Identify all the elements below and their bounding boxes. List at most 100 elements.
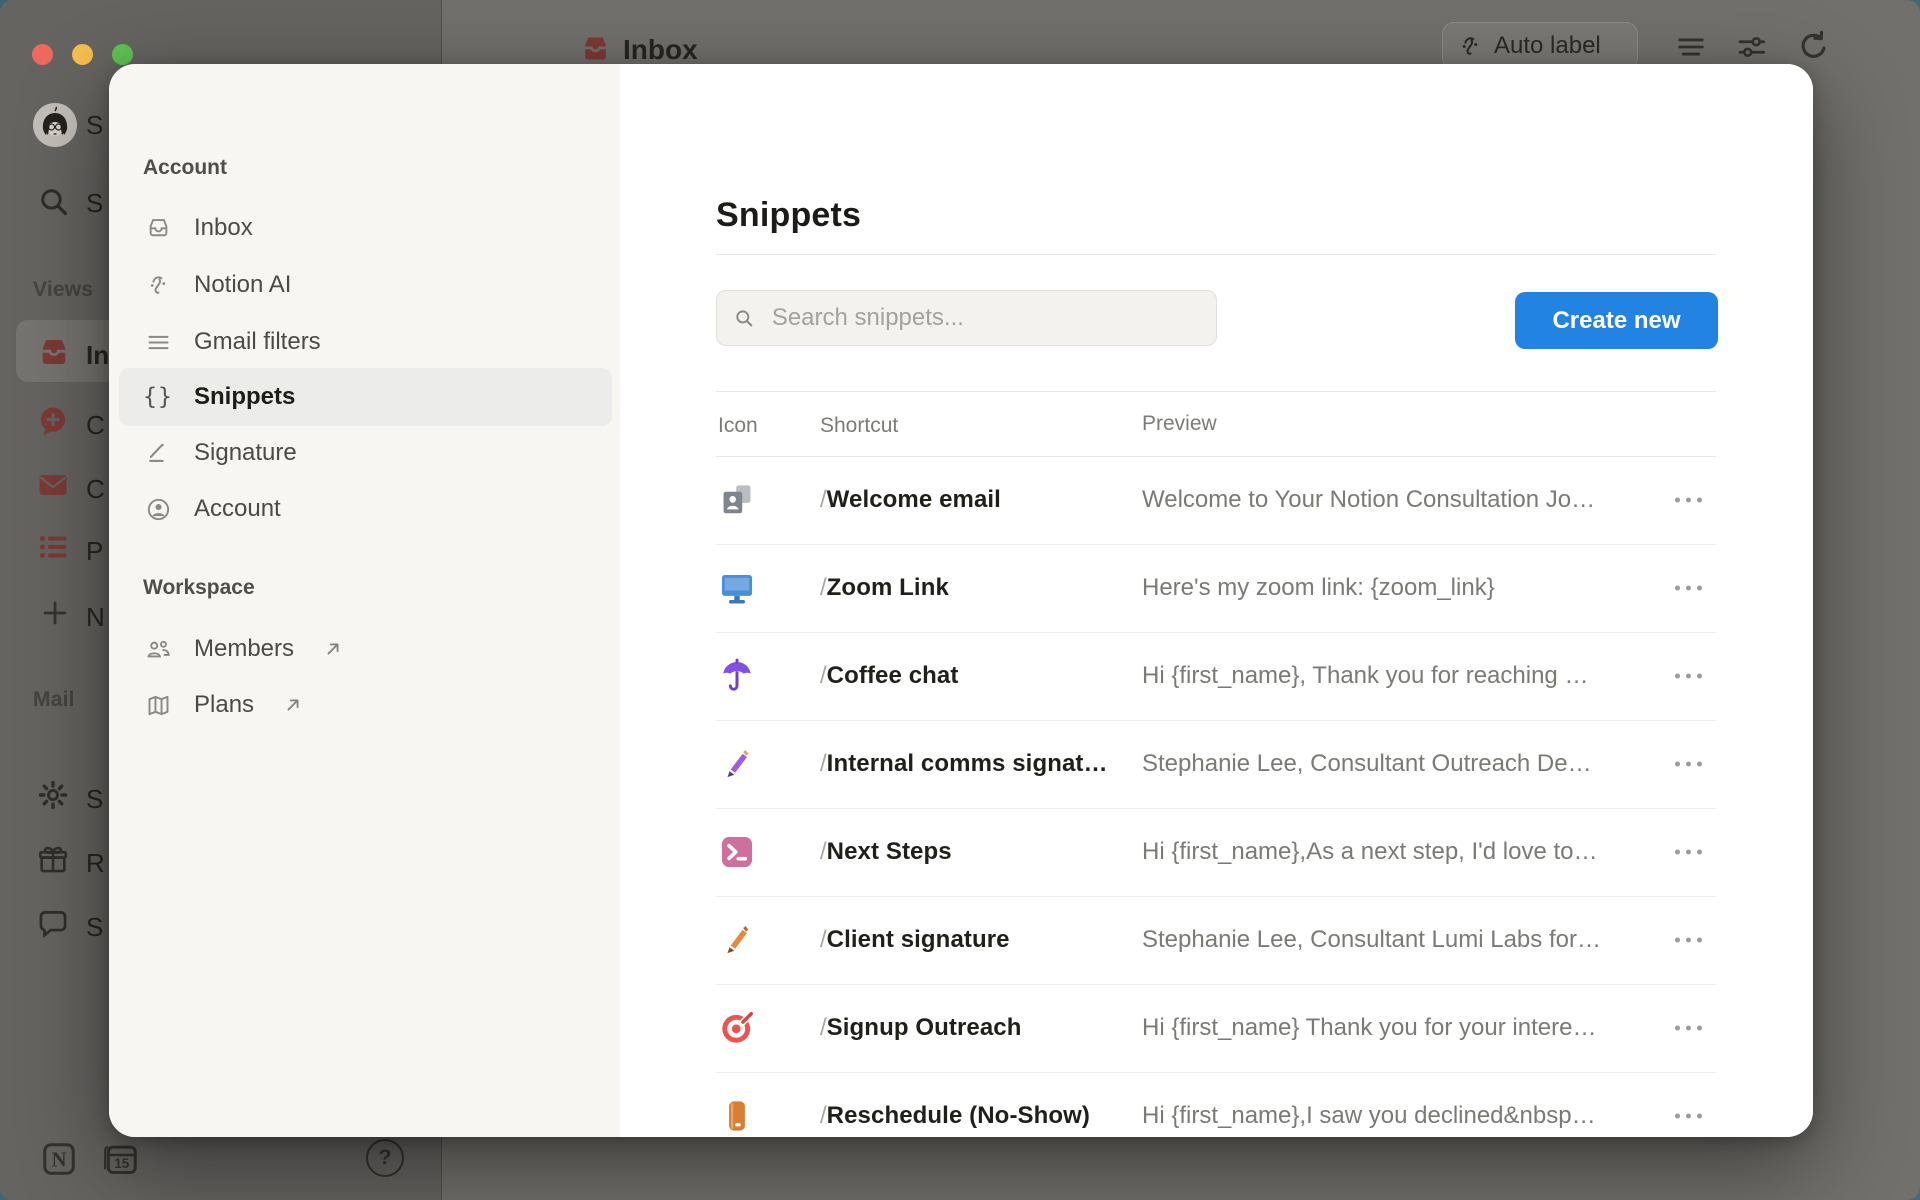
auto-label-text: Auto label <box>1494 32 1601 60</box>
plus-icon[interactable] <box>40 598 76 634</box>
search-icon[interactable] <box>36 184 72 220</box>
snippet-name: Reschedule (No-Show) <box>827 1102 1090 1129</box>
inbox-tray-icon <box>579 32 612 65</box>
map-icon <box>144 691 172 719</box>
filter-lines-icon[interactable] <box>1674 30 1708 64</box>
snippet-name: Zoom Link <box>827 574 949 601</box>
view-label-partial[interactable]: C <box>86 410 105 441</box>
search-input[interactable] <box>770 303 1200 333</box>
gear-icon[interactable] <box>36 778 72 814</box>
row-menu-button[interactable] <box>1667 578 1710 599</box>
ai-face-icon <box>1457 33 1484 60</box>
ai-face-icon <box>144 271 172 299</box>
row-menu-button[interactable] <box>1667 666 1710 687</box>
zoom-window-button[interactable] <box>112 44 133 65</box>
account-section-header: Account <box>143 156 227 180</box>
snippet-name: Next Steps <box>827 838 952 865</box>
sidebar-item-members[interactable]: Members <box>119 620 612 678</box>
calendar-icon[interactable]: 15 <box>102 1140 140 1178</box>
snippet-preview: Stephanie Lee, Consultant Outreach De… <box>1142 750 1592 778</box>
signature-icon <box>144 439 172 467</box>
snippet-name: Coffee chat <box>827 662 959 689</box>
new-view-partial[interactable]: N <box>86 602 105 633</box>
minimize-window-button[interactable] <box>72 44 93 65</box>
help-button[interactable]: ? <box>366 1139 404 1177</box>
sidebar-item-notion-ai[interactable]: Notion AI <box>119 256 612 314</box>
purple-pen-icon <box>718 745 756 783</box>
table-row[interactable]: /Client signature Stephanie Lee, Consult… <box>716 896 1716 984</box>
view-inbox-partial[interactable]: In <box>86 340 109 371</box>
calendar-day: 15 <box>114 1156 129 1171</box>
help-glyph: ? <box>379 1146 392 1170</box>
sidebar-item-snippets[interactable]: {} Snippets <box>119 368 612 426</box>
sidebar-item-gmail-filters[interactable]: Gmail filters <box>119 313 612 371</box>
row-menu-button[interactable] <box>1667 1018 1710 1039</box>
app-window: S S Views In C C P N Mail S R S N 15 ? <box>0 0 1920 1200</box>
snippet-preview: Stephanie Lee, Consultant Lumi Labs for… <box>1142 926 1601 954</box>
panel-title: Snippets <box>716 196 861 235</box>
gift-icon[interactable] <box>36 842 72 878</box>
table-row[interactable]: /Next Steps Hi {first_name},As a next st… <box>716 808 1716 896</box>
user-avatar[interactable] <box>33 103 77 147</box>
create-new-button[interactable]: Create new <box>1515 292 1718 349</box>
table-row[interactable]: /Welcome email Welcome to Your Notion Co… <box>716 456 1716 544</box>
envelope-icon[interactable] <box>36 468 72 504</box>
snippet-preview: Here's my zoom link: {zoom_link} <box>1142 574 1495 602</box>
row-menu-button[interactable] <box>1667 490 1710 511</box>
support-partial[interactable]: S <box>86 912 103 943</box>
chat-bubble-icon[interactable] <box>36 906 72 942</box>
notion-logo-icon[interactable]: N <box>40 1140 78 1178</box>
divider <box>716 254 1716 255</box>
inbox-tray-icon <box>144 214 172 242</box>
row-menu-button[interactable] <box>1667 930 1710 951</box>
desktop-monitor-icon <box>718 569 756 607</box>
view-label-partial[interactable]: P <box>86 536 103 567</box>
sidebar-item-signature[interactable]: Signature <box>119 424 612 482</box>
sidebar-item-plans[interactable]: Plans <box>119 676 612 734</box>
external-link-icon <box>322 638 344 660</box>
sidebar-item-label: Members <box>194 635 294 663</box>
auto-label-button[interactable]: Auto label <box>1442 22 1638 70</box>
profile-name-partial[interactable]: S <box>86 110 103 141</box>
sidebar-item-label: Inbox <box>194 214 253 242</box>
refresh-icon[interactable] <box>1796 28 1830 62</box>
list-icon[interactable] <box>36 530 72 566</box>
sliders-icon[interactable] <box>1735 30 1769 64</box>
target-icon <box>718 1009 756 1047</box>
snippet-name: Internal comms signat… <box>827 750 1108 777</box>
divider <box>716 391 1716 392</box>
row-menu-button[interactable] <box>1667 842 1710 863</box>
table-row[interactable]: /Reschedule (No-Show) Hi {first_name},I … <box>716 1072 1716 1137</box>
terminal-prompt-icon <box>718 833 756 871</box>
close-window-button[interactable] <box>32 44 53 65</box>
external-link-icon <box>282 694 304 716</box>
umbrella-icon <box>718 657 756 695</box>
table-row[interactable]: /Signup Outreach Hi {first_name} Thank y… <box>716 984 1716 1072</box>
search-label-partial[interactable]: S <box>86 188 103 219</box>
snippet-name: Client signature <box>827 926 1010 953</box>
sidebar-item-account[interactable]: Account <box>119 480 612 538</box>
row-menu-button[interactable] <box>1667 754 1710 775</box>
view-label-partial[interactable]: C <box>86 474 105 505</box>
avatar-illustration <box>33 103 77 147</box>
snippet-search[interactable] <box>716 290 1217 346</box>
braces-icon: {} <box>144 383 172 411</box>
settings-modal: Account Inbox Notion AI Gmail filters {}… <box>109 64 1813 1137</box>
table-row[interactable]: /Internal comms signat… Stephanie Lee, C… <box>716 720 1716 808</box>
settings-sidebar: Account Inbox Notion AI Gmail filters {}… <box>109 64 620 1137</box>
sidebar-item-label: Account <box>194 495 281 523</box>
table-row[interactable]: /Zoom Link Here's my zoom link: {zoom_li… <box>716 544 1716 632</box>
snippet-preview: Hi {first_name},I saw you declined&nbsp… <box>1142 1102 1596 1130</box>
chat-add-icon[interactable] <box>36 404 72 440</box>
svg-text:N: N <box>52 1150 67 1172</box>
column-header-icon: Icon <box>718 414 758 438</box>
row-menu-button[interactable] <box>1667 1106 1710 1127</box>
sidebar-item-inbox[interactable]: Inbox <box>119 199 612 257</box>
column-header-shortcut: Shortcut <box>820 414 898 438</box>
referral-partial[interactable]: R <box>86 848 105 879</box>
snippet-preview: Welcome to Your Notion Consultation Jo… <box>1142 486 1595 514</box>
table-row[interactable]: /Coffee chat Hi {first_name}, Thank you … <box>716 632 1716 720</box>
settings-partial[interactable]: S <box>86 784 103 815</box>
inbox-tray-icon[interactable] <box>36 334 72 370</box>
sidebar-item-label: Gmail filters <box>194 328 321 356</box>
